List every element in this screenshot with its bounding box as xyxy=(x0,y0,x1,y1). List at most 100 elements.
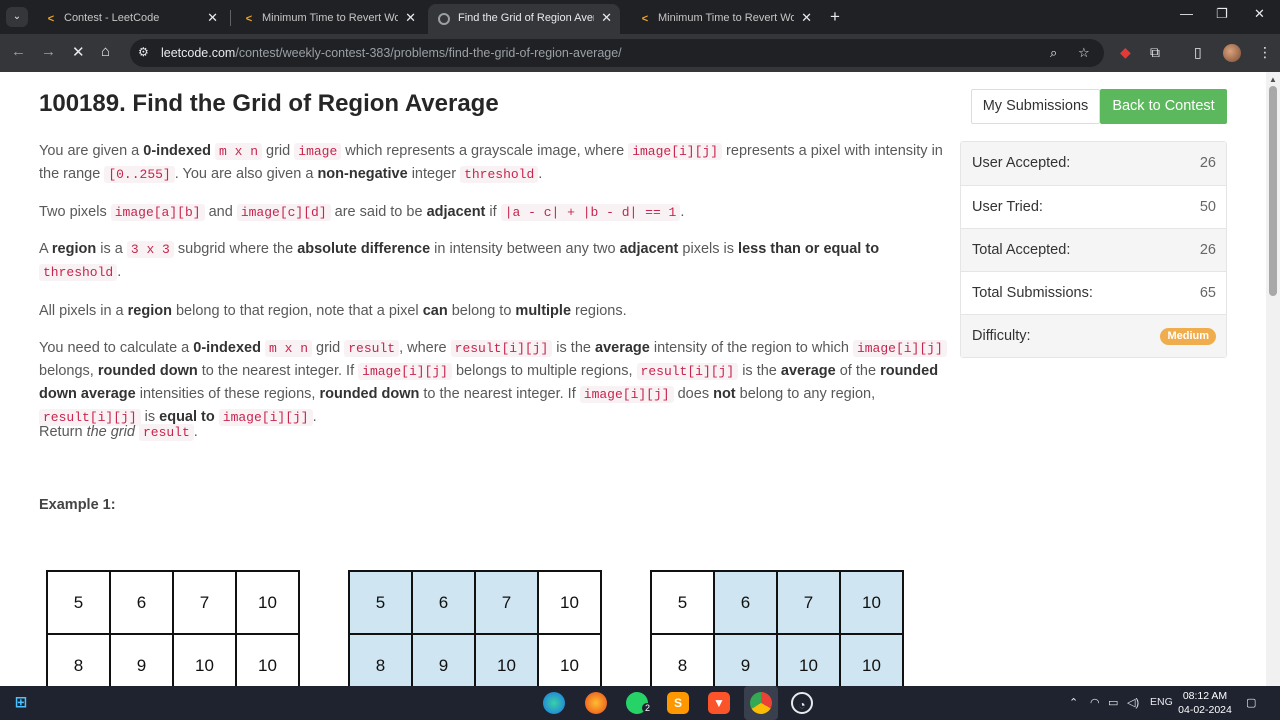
url-text[interactable]: leetcode.com/contest/weekly-contest-383/… xyxy=(161,46,622,60)
bookmark-star-icon[interactable]: ☆ xyxy=(1078,45,1090,61)
back-arrow-icon[interactable]: ← xyxy=(11,43,26,60)
bold-term: average xyxy=(595,340,650,356)
tab-minimum-time-1[interactable]: < Minimum Time to Revert Word ✕ xyxy=(232,4,424,34)
scroll-up-arrow-icon[interactable]: ▲ xyxy=(1269,75,1277,84)
difficulty-badge: Medium xyxy=(1160,328,1216,345)
stat-value: 50 xyxy=(1199,199,1216,215)
tab-minimum-time-2[interactable]: < Minimum Time to Revert Word ✕ xyxy=(628,4,820,34)
problem-title: 100189. Find the Grid of Region Average xyxy=(39,90,499,117)
firefox-icon[interactable] xyxy=(585,692,607,714)
stat-label: User Accepted: xyxy=(972,155,1071,171)
address-bar[interactable]: ⚙ leetcode.com/contest/weekly-contest-38… xyxy=(130,39,1104,67)
stat-total-accepted: Total Accepted: 26 xyxy=(961,228,1226,271)
close-tab-icon[interactable]: ✕ xyxy=(801,10,812,26)
italic-term: the grid xyxy=(86,424,135,440)
grid-cell-highlighted: 7 xyxy=(476,572,539,635)
text-run: intensity of the region to which xyxy=(649,340,853,356)
bold-term: adjacent xyxy=(426,204,486,220)
language-indicator[interactable]: ENG xyxy=(1150,696,1173,708)
grid-cell-highlighted: 10 xyxy=(841,635,904,686)
stat-label: Total Submissions: xyxy=(972,285,1093,301)
extensions-puzzle-icon[interactable]: ⧉ xyxy=(1150,44,1160,61)
extension-red-icon[interactable]: ◆ xyxy=(1120,44,1131,61)
close-tab-icon[interactable]: ✕ xyxy=(405,10,416,26)
zoom-icon[interactable]: ⌕ xyxy=(1050,45,1057,61)
contest-stats-panel: User Accepted: 26 User Tried: 50 Total A… xyxy=(960,141,1227,358)
tab-find-grid-active[interactable]: Find the Grid of Region Average ✕ xyxy=(428,4,620,34)
screen-recorder-icon[interactable]: ◔ xyxy=(791,692,813,714)
chrome-menu-icon[interactable]: ⋮ xyxy=(1258,44,1272,61)
stat-total-submissions: Total Submissions: 65 xyxy=(961,271,1226,314)
bold-term: average xyxy=(780,363,836,379)
page-scrollbar[interactable]: ▲ xyxy=(1266,72,1280,686)
grid-cell: 5 xyxy=(48,572,111,635)
site-info-icon[interactable]: ⚙ xyxy=(138,45,149,59)
brave-browser-icon[interactable]: ▼ xyxy=(708,692,730,714)
grid-cell: 10 xyxy=(539,635,602,686)
tab-contest[interactable]: < Contest - LeetCode ✕ xyxy=(34,4,226,34)
close-tab-icon[interactable]: ✕ xyxy=(601,10,612,26)
restore-icon[interactable]: ❐ xyxy=(1216,6,1228,22)
grid-row: 8 9 10 10 xyxy=(652,635,904,686)
scrollbar-thumb[interactable] xyxy=(1269,86,1277,296)
bold-term: region xyxy=(51,241,97,257)
notifications-icon[interactable]: ▢ xyxy=(1246,696,1256,709)
text-run: in intensity between any two xyxy=(430,241,620,257)
grid-cell: 6 xyxy=(111,572,174,635)
forward-arrow-icon[interactable]: → xyxy=(41,43,56,60)
inline-code: result xyxy=(344,340,400,357)
volume-icon[interactable]: ◁) xyxy=(1127,696,1139,709)
tab-bar: ⌄ < Contest - LeetCode ✕ < Minimum Time … xyxy=(0,0,1280,34)
stop-loading-icon[interactable]: ✕ xyxy=(72,43,85,61)
side-panel-icon[interactable]: ▯ xyxy=(1194,44,1202,61)
inline-code: 3 x 3 xyxy=(126,241,174,258)
grid-row: 5 6 7 10 xyxy=(350,572,602,635)
new-tab-plus-icon[interactable]: + xyxy=(830,7,840,27)
sublime-text-icon[interactable]: S xyxy=(667,692,689,714)
window-close-icon[interactable]: ✕ xyxy=(1254,6,1265,22)
text-run: All pixels in a xyxy=(39,303,128,319)
bold-term: absolute difference xyxy=(297,241,431,257)
system-clock[interactable]: 08:12 AM 04-02-2024 xyxy=(1176,689,1234,717)
text-run: Two pixels xyxy=(39,204,111,220)
bold-term: 0-indexed xyxy=(143,143,211,159)
home-icon[interactable]: ⌂ xyxy=(101,43,110,60)
clock-date: 04-02-2024 xyxy=(1178,704,1232,716)
network-icon[interactable]: ◠ xyxy=(1090,696,1100,709)
close-tab-icon[interactable]: ✕ xyxy=(207,10,218,26)
battery-icon[interactable]: ▭ xyxy=(1108,696,1118,709)
my-submissions-button[interactable]: My Submissions xyxy=(971,89,1100,124)
inline-code: threshold xyxy=(39,264,118,281)
bold-term: adjacent xyxy=(619,241,679,257)
windows-start-icon[interactable]: ⊞ xyxy=(10,692,32,714)
bold-term: rounded down xyxy=(319,386,420,402)
stat-user-tried: User Tried: 50 xyxy=(961,185,1226,228)
tab-search-button[interactable]: ⌄ xyxy=(6,7,28,27)
stat-value: 26 xyxy=(1199,155,1216,171)
inline-code: result[i][j] xyxy=(636,363,739,380)
edge-browser-icon[interactable] xyxy=(543,692,565,714)
inline-code: image[i][j] xyxy=(358,363,452,380)
url-path: /contest/weekly-contest-383/problems/fin… xyxy=(235,46,622,60)
tab-title: Contest - LeetCode xyxy=(64,12,160,24)
inline-code: m x n xyxy=(215,143,263,160)
text-run: intensities of these regions, xyxy=(135,386,320,402)
inline-code: |a - c| + |b - d| == 1 xyxy=(500,204,681,221)
back-to-contest-button[interactable]: Back to Contest xyxy=(1100,89,1227,124)
profile-avatar[interactable] xyxy=(1223,44,1241,62)
tab-title: Find the Grid of Region Average xyxy=(458,12,594,24)
tray-chevron-up-icon[interactable]: ⌃ xyxy=(1069,696,1078,709)
description-paragraph-1: You are given a 0-indexed m x n grid ima… xyxy=(39,140,949,186)
example-grid-region-1: 5 6 7 10 8 9 10 10 xyxy=(348,570,602,686)
description-paragraph-2: Two pixels image[a][b] and image[c][d] a… xyxy=(39,201,949,224)
text-run: . xyxy=(538,166,543,182)
grid-row: 5 6 7 10 xyxy=(652,572,904,635)
chrome-icon[interactable] xyxy=(750,692,772,714)
text-run: belong to xyxy=(447,303,516,319)
text-run: Return xyxy=(39,424,87,440)
text-run: pixels is xyxy=(678,241,739,257)
text-run: , where xyxy=(399,340,451,356)
grid-cell-highlighted: 9 xyxy=(715,635,778,686)
text-run: grid xyxy=(262,143,295,159)
minimize-icon[interactable]: — xyxy=(1180,6,1193,21)
